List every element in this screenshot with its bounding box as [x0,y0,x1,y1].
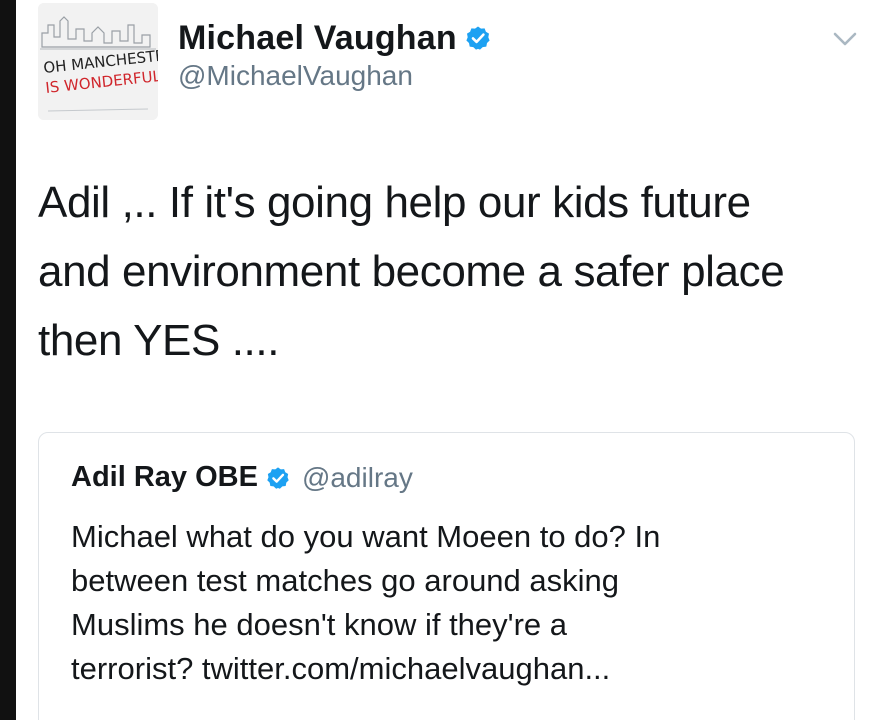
quoted-tweet-card[interactable]: Adil Ray OBE @adilray Michael what do yo… [38,432,855,720]
quoted-author-name: Adil Ray OBE [71,461,258,493]
verified-badge-icon [266,466,290,490]
quoted-author-handle: @adilray [301,461,413,493]
quoted-tweet-text-line: between test matches go around asking [71,563,620,598]
tweet-screenshot: OH MANCHESTER IS WONDERFUL Michael Vaugh… [0,0,879,720]
avatar[interactable]: OH MANCHESTER IS WONDERFUL [38,3,158,120]
quoted-tweet-header: Adil Ray OBE @adilray [71,461,413,494]
quoted-tweet-text-line: Muslims he doesn't know if they're a [71,607,567,642]
left-edge-border [0,0,16,720]
author-name-row: Michael Vaughan [178,16,491,60]
quoted-tweet-text-line: terrorist? twitter.com/michaelvaughan... [71,651,611,686]
author-display-name[interactable]: Michael Vaughan [178,19,457,58]
tweet-text-line: and environment become a safer place [38,247,785,296]
avatar-image: OH MANCHESTER IS WONDERFUL [38,3,158,120]
tweet-text-line: then YES .... [38,316,280,365]
tweet-text-line: Adil ,.. If it's going help our kids fut… [38,178,751,227]
author-handle[interactable]: @MichaelVaughan [178,60,413,92]
chevron-down-icon[interactable] [830,26,860,52]
quoted-tweet-text: Michael what do you want Moeen to do? In… [71,515,841,691]
tweet-text: Adil ,.. If it's going help our kids fut… [38,168,858,375]
verified-badge-icon [465,25,491,51]
quoted-tweet-text-line: Michael what do you want Moeen to do? In [71,519,661,554]
